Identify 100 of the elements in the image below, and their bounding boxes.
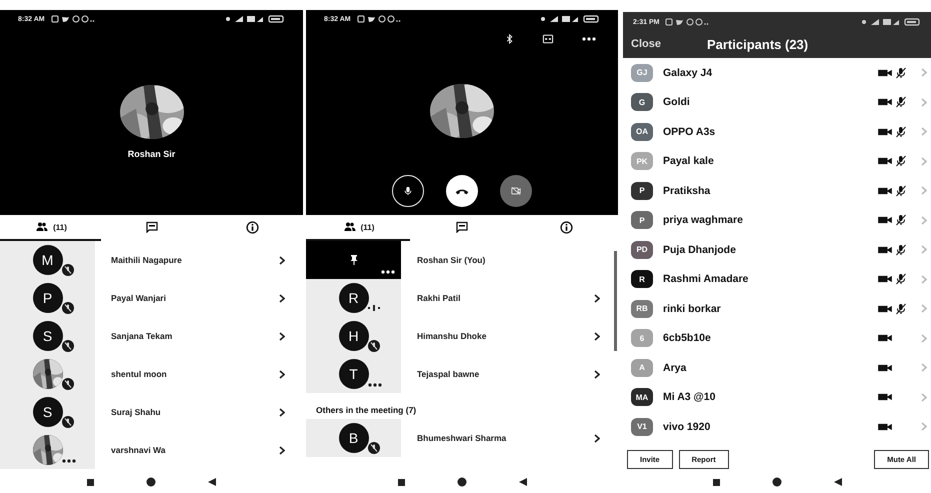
participant-name: 6cb5b10e	[663, 332, 712, 344]
camera-off-button[interactable]	[500, 175, 532, 207]
mic-muted-icon	[895, 184, 907, 198]
video-icon	[877, 362, 893, 373]
participant-row[interactable]: T Tejaspal bawne	[306, 355, 614, 393]
avatar: H	[338, 321, 368, 351]
home-icon	[772, 477, 782, 487]
avatar: S	[32, 397, 62, 427]
participant-row[interactable]: GJ Galaxy J4	[623, 58, 931, 88]
captions-icon	[542, 34, 554, 44]
avatar: PD	[631, 240, 653, 259]
participant-row[interactable]: P priya waghmare	[623, 206, 931, 235]
chevron-icon	[279, 294, 285, 302]
participant-row[interactable]: G Goldi	[623, 88, 931, 117]
participant-name: Bhumeshwari Sharma	[417, 433, 508, 443]
participant-name: Puja Dhanjode	[663, 244, 737, 256]
participant-row[interactable]: S Suraj Shahu	[0, 393, 299, 431]
avatar: R	[631, 270, 653, 288]
participant-row[interactable]: PD Puja Dhanjode	[623, 235, 931, 264]
chevron-icon	[594, 332, 600, 340]
chevron-icon	[921, 274, 927, 284]
bluetooth-icon	[505, 33, 514, 45]
participant-row[interactable]: A Arya	[623, 353, 931, 382]
mic-muted-icon	[895, 95, 907, 110]
participant-row[interactable]: Roshan Sir (You)	[306, 241, 614, 279]
participant-name: Payal Wanjari	[111, 293, 167, 303]
avatar: P	[32, 283, 62, 313]
video-icon	[877, 244, 893, 255]
participant-name: Goldi	[663, 96, 691, 108]
scrollbar[interactable]	[614, 251, 617, 351]
end-call-button[interactable]	[446, 175, 478, 207]
participant-row[interactable]: shentul moon	[0, 355, 299, 393]
chevron-icon	[594, 294, 600, 302]
mic-muted-icon	[895, 302, 907, 316]
participant-name: OPPO A3s	[663, 126, 716, 138]
video-icon	[877, 422, 893, 432]
chat-icon	[144, 221, 158, 233]
participant-name: Payal kale	[663, 155, 715, 168]
avatar: G	[631, 93, 653, 112]
home-icon	[456, 477, 466, 487]
participant-row[interactable]: V1 vivo 1920	[623, 412, 931, 442]
participant-name: Himanshu Dhoke	[417, 331, 488, 341]
chevron-icon	[921, 363, 927, 372]
participant-row[interactable]: R Rakhi Patil	[306, 279, 614, 317]
participant-row[interactable]: P Payal Wanjari	[0, 279, 299, 317]
caller-name: Roshan Sir	[128, 148, 176, 158]
chevron-icon	[279, 256, 285, 264]
info-icon	[560, 220, 572, 234]
avatar: GJ	[631, 64, 653, 82]
participant-row[interactable]: R Rashmi Amadare	[623, 264, 931, 294]
participant-row[interactable]: RB rinki borkar	[623, 294, 931, 324]
recents-icon	[87, 478, 94, 486]
participant-row[interactable]: varshnavi Wa	[0, 431, 299, 469]
participant-row[interactable]: P Pratiksha	[623, 176, 931, 206]
back-icon	[518, 478, 526, 486]
chevron-icon	[921, 392, 927, 402]
chevron-icon	[921, 245, 927, 254]
microphone-button[interactable]	[392, 175, 424, 207]
chevron-icon	[921, 216, 927, 225]
participant-row[interactable]: B Bhumeshwari Sharma	[306, 419, 614, 457]
participant-row[interactable]: OA OPPO A3s	[623, 117, 931, 146]
avatar: OA	[631, 122, 653, 141]
participant-row[interactable]: H Himanshu Dhoke	[306, 317, 614, 355]
participant-name: Sanjana Tekam	[111, 331, 174, 341]
chevron-icon	[921, 186, 927, 196]
participant-row[interactable]: 6 6cb5b10e	[623, 324, 931, 353]
participant-row[interactable]: MA Mi A3 @10	[623, 382, 931, 412]
participant-name: Rashmi Amadare	[663, 273, 750, 286]
video-icon	[877, 68, 893, 78]
video-icon	[877, 97, 893, 108]
close-button[interactable]: Close	[631, 38, 661, 50]
participant-name: Tejaspal bawne	[417, 369, 480, 379]
status-icons-drawing	[225, 15, 285, 23]
more-icon	[582, 37, 596, 41]
participant-name: shentul moon	[111, 369, 168, 379]
screen-title: Participants (23)	[706, 36, 808, 52]
home-icon	[146, 477, 156, 487]
video-icon	[877, 274, 893, 284]
status-icons-drawing	[861, 18, 921, 26]
avatar: M	[32, 245, 62, 275]
notification-icons-drawing	[356, 15, 401, 23]
participant-name: priya waghmare	[663, 214, 744, 226]
participant-row[interactable]: M Maithili Nagapure	[0, 241, 299, 279]
back-icon	[208, 478, 216, 486]
avatar: S	[32, 321, 62, 351]
avatar: B	[338, 423, 368, 453]
info-icon	[246, 220, 259, 234]
participant-row[interactable]: S Sanjana Tekam	[0, 317, 299, 355]
participant-row[interactable]: PK Payal kale	[623, 146, 931, 176]
avatar: RB	[631, 300, 653, 318]
video-icon	[877, 156, 893, 166]
avatar: P	[631, 182, 653, 200]
chevron-icon	[921, 127, 927, 136]
status-icons-drawing	[540, 15, 600, 23]
participant-name: Galaxy J4	[663, 66, 714, 79]
avatar: R	[338, 283, 368, 313]
participant-name: Maithili Nagapure	[111, 255, 183, 265]
chevron-icon	[279, 332, 285, 340]
notification-icons-drawing	[50, 15, 95, 23]
chevron-icon	[594, 370, 600, 378]
